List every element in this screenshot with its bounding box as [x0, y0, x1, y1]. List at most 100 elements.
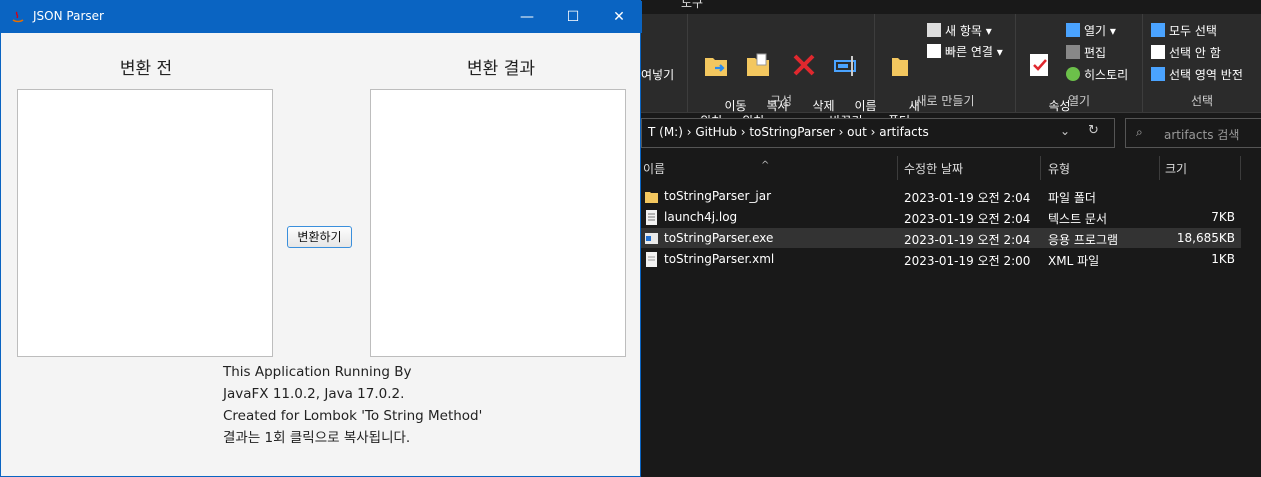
column-name[interactable]: 이름: [643, 160, 665, 177]
ribbon-select-group: 모두 선택 선택 안 함 선택 영역 반전 선택: [1143, 14, 1261, 112]
new-item-icon: [927, 23, 941, 37]
file-type: 파일 폴더: [1048, 191, 1096, 205]
json-parser-window: JSON Parser — ☐ ✕ 변환 전 변환 결과 변환하기 This A…: [0, 0, 642, 477]
breadcrumb[interactable]: T (M:) › GitHub › toStringParser › out ›…: [648, 125, 929, 139]
file-name: toStringParser.exe: [664, 231, 774, 245]
file-type: 응용 프로그램: [1048, 233, 1119, 247]
open-button[interactable]: 열기 ▾: [1066, 22, 1116, 40]
ribbon-open-group: 속성 ▾ 열기 ▾ 편집 히스토리 열기: [1016, 14, 1143, 128]
rename-icon: [834, 56, 856, 76]
column-size[interactable]: 크기: [1165, 160, 1187, 177]
new-item-label: 새 항목 ▾: [945, 24, 992, 38]
history-button[interactable]: 히스토리: [1066, 66, 1128, 84]
address-row: T (M:) › GitHub › toStringParser › out ›…: [641, 118, 1261, 148]
select-group-label: 선택: [1190, 94, 1214, 108]
info-line: Created for Lombok 'To String Method': [223, 408, 483, 424]
select-all-icon: [1151, 23, 1165, 37]
file-row[interactable]: launch4j.log 2023-01-19 오전 2:04 텍스트 문서 7…: [641, 207, 1241, 227]
file-date: 2023-01-19 오전 2:04: [904, 212, 1031, 226]
file-type: 텍스트 문서: [1048, 212, 1108, 226]
invert-selection-icon: [1151, 67, 1165, 81]
properties-check-icon: [1030, 54, 1048, 76]
open-icon: [1066, 23, 1080, 37]
output-textarea[interactable]: [370, 89, 626, 357]
organize-group-label: 구성: [769, 94, 793, 108]
open-group-label: 열기: [1067, 94, 1091, 108]
column-date[interactable]: 수정한 날짜: [904, 160, 963, 177]
file-explorer-window: 도구 여넣기 이동 위치 ▾ 복사 위치 ▾ 삭제 ▾ 이름 바꾸기: [641, 0, 1261, 477]
select-none-icon: [1151, 45, 1165, 59]
edit-button[interactable]: 편집: [1066, 44, 1106, 62]
copy-folder-icon: [747, 53, 769, 76]
delete-x-icon: [793, 54, 815, 76]
explorer-title-fragment: 도구: [681, 0, 704, 10]
text-file-icon: [646, 210, 657, 225]
file-size: 18,685KB: [1176, 231, 1235, 245]
info-text: This Application Running By JavaFX 11.0.…: [223, 361, 482, 449]
new-folder-icon: [892, 58, 908, 76]
column-divider[interactable]: [897, 156, 898, 180]
close-button[interactable]: ✕: [596, 1, 642, 33]
ribbon-new-group: 새 폴더 새 항목 ▾ 빠른 연결 ▾ 새로 만들기: [875, 14, 1016, 128]
history-label: 히스토리: [1084, 68, 1129, 82]
file-row-selected[interactable]: toStringParser.exe 2023-01-19 오전 2:04 응용…: [641, 228, 1241, 248]
title-bar[interactable]: JSON Parser — ☐ ✕: [1, 1, 642, 33]
move-folder-icon: [705, 58, 727, 76]
paste-button[interactable]: 여넣기: [641, 66, 674, 84]
file-type: XML 파일: [1048, 254, 1100, 268]
invert-selection-label: 선택 영역 반전: [1169, 68, 1243, 82]
sort-up-icon: ^: [761, 160, 770, 171]
info-line: This Application Running By: [223, 364, 412, 380]
edit-label: 편집: [1084, 46, 1107, 60]
file-row[interactable]: toStringParser.xml 2023-01-19 오전 2:00 XM…: [641, 249, 1241, 269]
xml-file-icon: [646, 252, 657, 267]
refresh-icon[interactable]: ↻: [1088, 123, 1099, 138]
java-app-icon: [12, 11, 24, 23]
new-group-label: 새로 만들기: [915, 94, 975, 108]
explorer-title-strip: 도구: [641, 0, 1261, 14]
easy-access-label: 빠른 연결 ▾: [945, 45, 1003, 59]
maximize-button[interactable]: ☐: [550, 1, 596, 33]
new-item-button[interactable]: 새 항목 ▾: [927, 22, 992, 40]
easy-access-icon: [927, 44, 941, 58]
address-bar[interactable]: T (M:) › GitHub › toStringParser › out ›…: [641, 118, 1115, 148]
convert-button[interactable]: 변환하기: [287, 226, 352, 248]
search-placeholder: artifacts 검색: [1164, 128, 1240, 142]
search-box[interactable]: ⌕ artifacts 검색: [1125, 118, 1261, 148]
column-header-row: ^ 이름 수정한 날짜 유형 크기: [641, 156, 1261, 180]
ribbon: 여넣기 이동 위치 ▾ 복사 위치 ▾ 삭제 ▾ 이름 바꾸기 구성: [641, 14, 1261, 128]
invert-selection-button[interactable]: 선택 영역 반전: [1151, 66, 1243, 84]
file-date: 2023-01-19 오전 2:00: [904, 254, 1031, 268]
file-name: toStringParser.xml: [664, 252, 775, 266]
ribbon-clipboard-group: 여넣기: [641, 14, 688, 112]
history-icon: [1066, 67, 1080, 81]
column-divider[interactable]: [1040, 156, 1041, 180]
select-none-label: 선택 안 함: [1169, 46, 1221, 60]
address-dropdown-icon[interactable]: ⌄: [1060, 124, 1070, 138]
column-type[interactable]: 유형: [1048, 160, 1070, 177]
select-all-button[interactable]: 모두 선택: [1151, 22, 1217, 40]
exe-icon: [645, 233, 658, 244]
select-all-label: 모두 선택: [1169, 24, 1217, 38]
info-line: 결과는 1회 클릭으로 복사됩니다.: [223, 430, 411, 446]
folder-icon: [645, 192, 658, 203]
search-icon: ⌕: [1136, 125, 1143, 139]
file-row[interactable]: toStringParser_jar 2023-01-19 오전 2:04 파일…: [641, 186, 1241, 206]
input-textarea[interactable]: [17, 89, 273, 357]
minimize-button[interactable]: —: [504, 1, 550, 33]
select-none-button[interactable]: 선택 안 함: [1151, 44, 1221, 62]
file-date: 2023-01-19 오전 2:04: [904, 191, 1031, 205]
column-divider[interactable]: [1240, 156, 1241, 180]
label-before-conversion: 변환 전: [119, 59, 173, 79]
ribbon-organize-group: 이동 위치 ▾ 복사 위치 ▾ 삭제 ▾ 이름 바꾸기 구성: [688, 14, 877, 128]
open-label: 열기 ▾: [1084, 24, 1116, 38]
window-title: JSON Parser: [33, 9, 104, 23]
info-line: JavaFX 11.0.2, Java 17.0.2.: [223, 386, 405, 402]
file-name: launch4j.log: [664, 210, 738, 224]
edit-icon: [1066, 45, 1080, 59]
label-conversion-result: 변환 결과: [467, 59, 535, 79]
column-divider[interactable]: [1159, 156, 1160, 180]
easy-access-button[interactable]: 빠른 연결 ▾: [927, 43, 1003, 61]
file-name: toStringParser_jar: [664, 189, 772, 203]
file-size: 1KB: [1211, 252, 1235, 266]
